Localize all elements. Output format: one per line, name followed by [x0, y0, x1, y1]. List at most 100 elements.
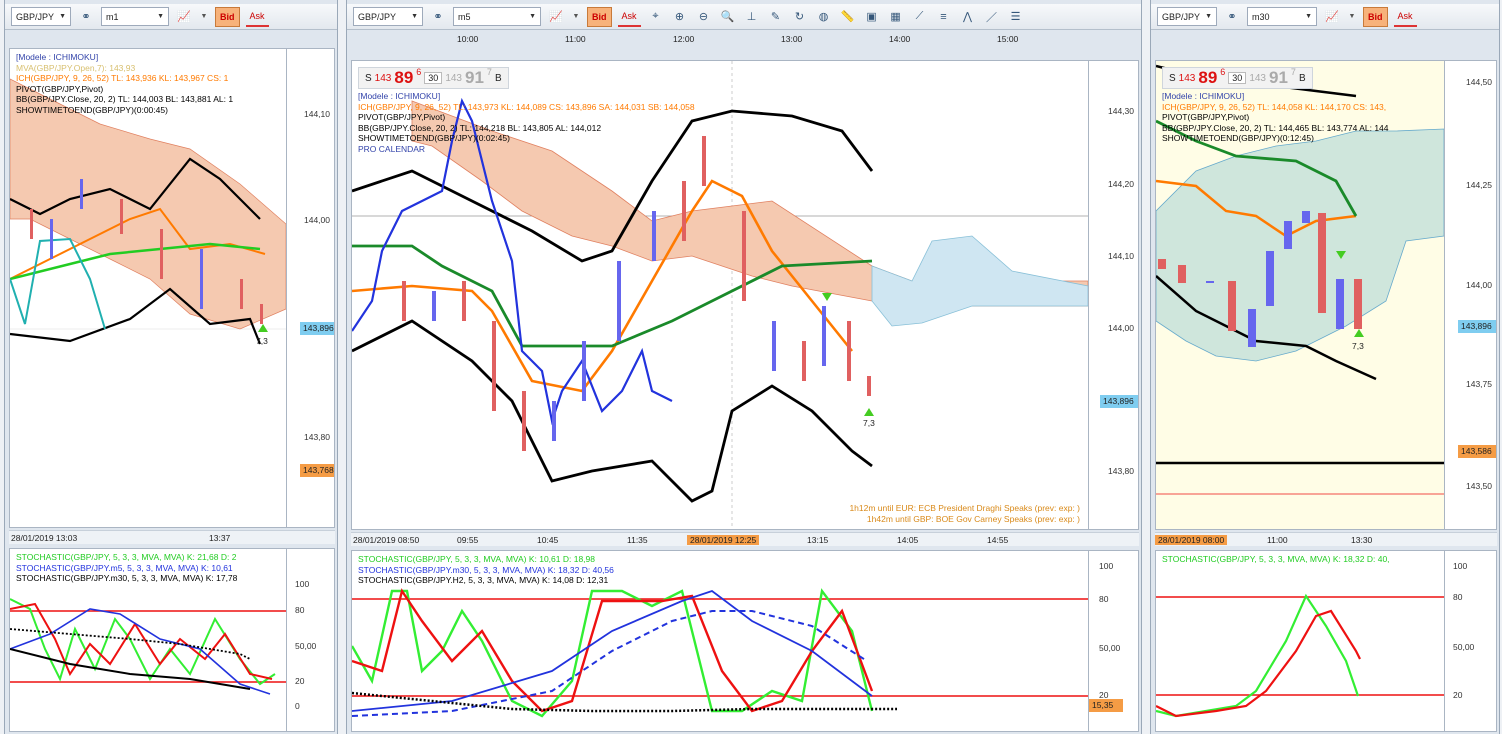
stoch-legend: STOCHASTIC(GBP/JPY, 5, 3, 3, MVA, MVA) K…: [1162, 554, 1390, 565]
candle: [682, 181, 686, 241]
price-axis: 144,30 144,20 144,10 144,00 143,80 143,8…: [1088, 61, 1138, 529]
chevron-down-icon[interactable]: ▼: [1347, 8, 1357, 26]
stochastic-chart[interactable]: STOCHASTIC(GBP/JPY, 5, 3, 3, MVA, MVA) K…: [351, 550, 1139, 732]
price-tick: 144,00: [304, 215, 330, 225]
image-icon[interactable]: ▣: [863, 8, 881, 26]
toolbar: GBP/JPY ▼ ⚭ m30 ▼ 📈 ▼ Bid Ask: [1151, 4, 1499, 30]
link-icon[interactable]: ⚭: [1223, 8, 1241, 26]
chevron-down-icon: ▼: [411, 13, 418, 20]
lines-icon[interactable]: ≡: [935, 8, 953, 26]
candle: [240, 279, 243, 309]
candle: [1284, 221, 1292, 249]
quote-widget[interactable]: S 143 89 6 30 143 91 7 B: [1162, 67, 1313, 89]
legend-line: STOCHASTIC(GBP/JPY, 5, 3, 3, MVA, MVA) K…: [16, 552, 237, 562]
fib-icon[interactable]: ⋀: [959, 8, 977, 26]
zoom-out-icon[interactable]: ⊖: [695, 8, 713, 26]
ask-button[interactable]: Ask: [1393, 7, 1417, 27]
quote-widget[interactable]: S 143 89 6 30 143 91 7 B: [358, 67, 509, 89]
buy-big: 91: [1269, 68, 1288, 87]
stochastic-chart[interactable]: STOCHASTIC(GBP/JPY, 5, 3, 3, MVA, MVA) K…: [1155, 550, 1497, 732]
time-label: 13:00: [781, 34, 803, 44]
globe-icon[interactable]: ◍: [815, 8, 833, 26]
stoch-tick: 100: [1453, 561, 1468, 571]
symbol-select[interactable]: GBP/JPY ▼: [1157, 7, 1217, 26]
price-chart[interactable]: [Modele : ICHIMOKU] MVA(GBP/JPY.Open,7):…: [9, 48, 335, 528]
legend-line: [Modele : ICHIMOKU]: [358, 91, 441, 101]
stochastic-chart[interactable]: STOCHASTIC(GBP/JPY, 5, 3, 3, MVA, MVA) K…: [9, 548, 335, 732]
legend-line: PIVOT(GBP/JPY,Pivot): [16, 83, 104, 94]
price-tick: 144,50: [1466, 77, 1492, 87]
buy-big: 91: [465, 68, 484, 87]
grid-icon[interactable]: ▦: [887, 8, 905, 26]
candle: [867, 376, 871, 396]
link-icon[interactable]: ⚭: [77, 8, 95, 26]
timeframe-select[interactable]: m30 ▼: [1247, 7, 1317, 26]
crosshair-icon[interactable]: ⌖: [647, 8, 665, 26]
chevron-down-icon[interactable]: ▼: [199, 8, 209, 26]
refresh-icon[interactable]: ↻: [791, 8, 809, 26]
chart-type-icon[interactable]: 📈: [547, 8, 565, 26]
news-item[interactable]: 1h42m until GBP: BOE Gov Carney Speaks (…: [849, 514, 1080, 525]
candle: [617, 261, 621, 341]
candle: [582, 341, 586, 401]
candle: [1178, 265, 1186, 283]
spread-input[interactable]: 30: [1228, 72, 1247, 84]
time-label: 11:00: [1267, 535, 1288, 545]
time-label: 13:30: [1351, 535, 1373, 545]
symbol-select[interactable]: GBP/JPY ▼: [11, 7, 71, 26]
spread-input[interactable]: 30: [424, 72, 443, 84]
price-tick: 144,10: [1108, 251, 1134, 261]
timeframe-select[interactable]: m5 ▼: [453, 7, 541, 26]
symbol-select[interactable]: GBP/JPY ▼: [353, 7, 423, 26]
stoch-axis: 100 80 50,00 20 15,35: [1088, 551, 1138, 731]
chart-type-icon[interactable]: 📈: [175, 8, 193, 26]
buy-label: B: [1298, 72, 1306, 84]
link-icon[interactable]: ⚭: [429, 8, 447, 26]
buy-small: 143: [1249, 72, 1266, 84]
zoom-icon[interactable]: 🔍: [719, 8, 737, 26]
stoch-axis: 100 80 50,00 20 0: [286, 549, 334, 731]
pencil-icon[interactable]: ／: [983, 8, 1001, 26]
bid-button[interactable]: Bid: [587, 6, 612, 27]
pen-icon[interactable]: ✎: [767, 8, 785, 26]
bid-button[interactable]: Bid: [215, 6, 240, 27]
timeframe-value: m1: [106, 11, 119, 22]
legend-line: [Modele : ICHIMOKU]: [1162, 91, 1245, 101]
candle: [462, 281, 466, 321]
stoch-d-line: [1156, 609, 1361, 718]
pin-icon[interactable]: ⊥: [743, 8, 761, 26]
price-tick: 144,00: [1466, 280, 1492, 290]
ask-button[interactable]: Ask: [617, 7, 641, 27]
candle: [1354, 279, 1362, 329]
news-calendar[interactable]: 1h12m until EUR: ECB President Draghi Sp…: [849, 503, 1080, 525]
news-item[interactable]: 1h12m until EUR: ECB President Draghi Sp…: [849, 503, 1080, 514]
legend-line: SHOWTIMETOEND(GBP/JPY)(0:02:45): [358, 133, 510, 143]
time-axis: 28/01/2019 08:50 09:55 10:45 11:35 28/01…: [351, 532, 1139, 546]
zoom-in-icon[interactable]: ⊕: [671, 8, 689, 26]
date-tag: 28/01/2019 12:25: [687, 535, 760, 545]
stoch-tick: 50,00: [295, 641, 317, 651]
legend-line: STOCHASTIC(GBP/JPY, 5, 3, 3, MVA, MVA) K…: [358, 554, 595, 564]
ruler-icon[interactable]: 📏: [839, 8, 857, 26]
price-chart[interactable]: S 143 89 6 30 143 91 7 B [Modele : ICHIM…: [1155, 60, 1497, 530]
candle: [492, 321, 496, 411]
price-chart[interactable]: S 143 89 6 30 143 91 7 B [Modele : ICHIM…: [351, 60, 1139, 530]
bid-button[interactable]: Bid: [1363, 6, 1388, 27]
legend-line: STOCHASTIC(GBP/JPY.H2, 5, 3, 3, MVA, MVA…: [358, 575, 609, 585]
trend-icon[interactable]: ⟋: [911, 8, 929, 26]
list-icon[interactable]: ☰: [1007, 8, 1025, 26]
time-label: 10:45: [537, 535, 559, 545]
stoch-d-line: [10, 602, 273, 680]
chevron-down-icon: ▼: [59, 13, 66, 20]
legend-line: ICH(GBP/JPY, 9, 26, 52) TL: 143,936 KL: …: [16, 73, 229, 83]
stoch-k-line: [352, 588, 874, 718]
chevron-down-icon[interactable]: ▼: [571, 8, 581, 26]
timeframe-select[interactable]: m1 ▼: [101, 7, 169, 26]
stoch-tick: 20: [1453, 690, 1463, 700]
chart-type-icon[interactable]: 📈: [1323, 8, 1341, 26]
time-axis: 28/01/2019 13:03 13:37: [9, 530, 335, 544]
symbol-value: GBP/JPY: [16, 11, 55, 22]
current-price-tag: 143,896: [1458, 320, 1496, 333]
ask-button[interactable]: Ask: [245, 7, 269, 27]
top-time-axis: 10:00 11:00 12:00 13:00 14:00 15:00: [351, 34, 1139, 48]
